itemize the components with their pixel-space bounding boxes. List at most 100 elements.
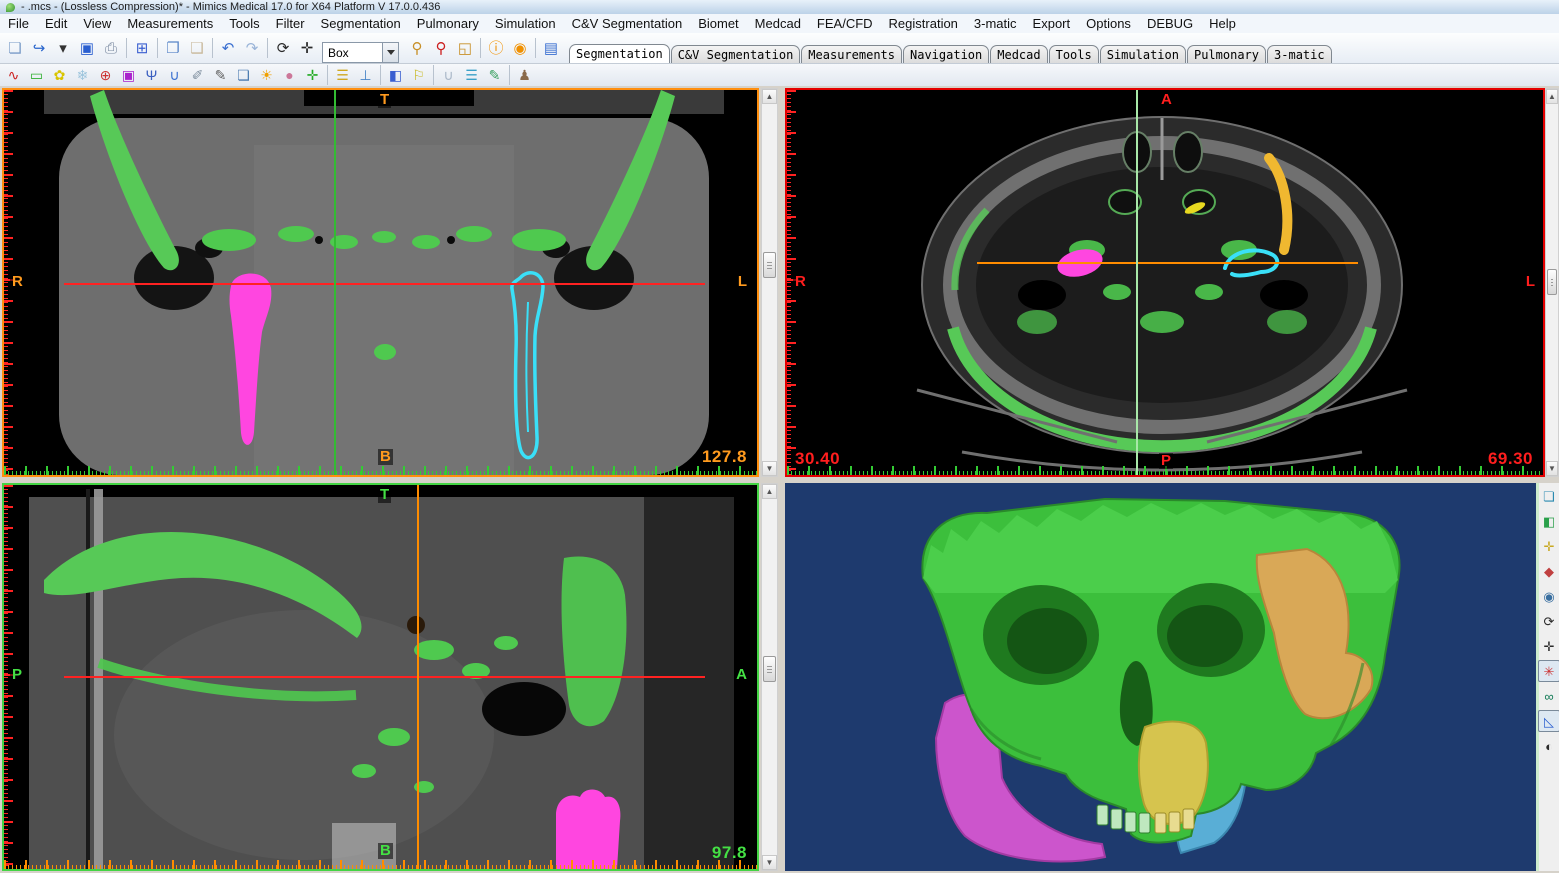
draw-profile-line-icon[interactable]: ✐: [186, 64, 209, 86]
crop-project-icon[interactable]: ✛: [301, 64, 324, 86]
axial-scrollbar[interactable]: ▲ ▼: [1545, 88, 1559, 477]
menu-item[interactable]: 3-matic: [966, 15, 1025, 32]
menu-item[interactable]: Export: [1025, 15, 1079, 32]
scroll-thumb[interactable]: [763, 252, 776, 278]
dropdown-button[interactable]: [382, 43, 398, 62]
stereo-glasses-icon[interactable]: ∞: [1538, 685, 1559, 707]
crop-mask-icon[interactable]: ▭: [25, 64, 48, 86]
region-growing-icon[interactable]: ✿: [48, 64, 71, 86]
menu-item[interactable]: DEBUG: [1139, 15, 1201, 32]
zoom-in-icon[interactable]: ⚲: [405, 36, 429, 60]
menu-item[interactable]: Tools: [221, 15, 267, 32]
info-icon[interactable]: ⓘ: [484, 36, 508, 60]
scroll-down-arrow-icon[interactable]: ▼: [762, 855, 777, 870]
panel-toggle-icon[interactable]: ▤: [539, 36, 563, 60]
ribbon-tab[interactable]: 3-matic: [1267, 45, 1332, 63]
menu-item[interactable]: Registration: [881, 15, 966, 32]
zoom-selection-icon[interactable]: ◱: [453, 36, 477, 60]
multiple-slice-edit-icon[interactable]: ❏: [232, 64, 255, 86]
zoom-mode-dropdown[interactable]: Box: [322, 42, 399, 63]
menu-item[interactable]: Segmentation: [313, 15, 409, 32]
menu-item[interactable]: C&V Segmentation: [564, 15, 691, 32]
calculate-part-icon[interactable]: ◧: [384, 64, 407, 86]
scroll-up-arrow-icon[interactable]: ▲: [1546, 89, 1558, 104]
menu-item[interactable]: Filter: [268, 15, 313, 32]
thresholding-icon[interactable]: ∿: [2, 64, 25, 86]
menu-item[interactable]: Options: [1078, 15, 1139, 32]
ribbon-tab[interactable]: Navigation: [903, 45, 989, 63]
project-management-icon[interactable]: ⊞: [130, 36, 154, 60]
layers-icon[interactable]: ❏: [1538, 485, 1559, 507]
menu-item[interactable]: Measurements: [119, 15, 221, 32]
region-fill-icon[interactable]: ∪: [163, 64, 186, 86]
fill-holes-icon[interactable]: ∪: [437, 64, 460, 86]
ribbon-tab[interactable]: Pulmonary: [1187, 45, 1266, 63]
ribbon-tab[interactable]: Measurements: [801, 45, 902, 63]
scroll-down-arrow-icon[interactable]: ▼: [762, 461, 777, 476]
anatomical-reference-icon[interactable]: ♟: [513, 64, 536, 86]
menu-item[interactable]: Edit: [37, 15, 75, 32]
axial-horizontal-crosshair[interactable]: [977, 262, 1358, 264]
sagittal-view-pane[interactable]: T B P A 97.8: [2, 483, 759, 871]
axial-view-pane[interactable]: A P R L 30.40 69.30: [785, 88, 1545, 477]
reslice-icon[interactable]: ✛: [1538, 535, 1559, 557]
print-icon[interactable]: ⎙: [99, 36, 123, 60]
menu-item[interactable]: Help: [1201, 15, 1244, 32]
axial-vertical-crosshair[interactable]: [1136, 90, 1138, 475]
scroll-thumb[interactable]: [1547, 269, 1557, 295]
coronal-view-pane[interactable]: T B R L 127.8: [2, 88, 759, 477]
copy-icon[interactable]: ❐: [161, 36, 185, 60]
ribbon-tab[interactable]: Simulation: [1100, 45, 1186, 63]
pan-3d-icon[interactable]: ✛: [1538, 635, 1559, 657]
scroll-down-arrow-icon[interactable]: ▼: [1546, 461, 1558, 476]
redo-icon[interactable]: ↷: [240, 36, 264, 60]
coronal-horizontal-crosshair[interactable]: [64, 283, 705, 285]
menu-item[interactable]: Biomet: [690, 15, 746, 32]
coronal-scrollbar[interactable]: ▲ ▼: [761, 88, 778, 477]
rotate-3d-icon[interactable]: ⟳: [1538, 610, 1559, 632]
sagittal-horizontal-crosshair[interactable]: [64, 676, 705, 678]
menu-item[interactable]: Simulation: [487, 15, 564, 32]
calculate-3d-icon[interactable]: ⊕: [94, 64, 117, 86]
ribbon-tab[interactable]: C&V Segmentation: [671, 45, 801, 63]
morphology-operations-icon[interactable]: ☀: [255, 64, 278, 86]
menu-item[interactable]: File: [0, 15, 37, 32]
menu-item[interactable]: Medcad: [747, 15, 809, 32]
ribbon-tab[interactable]: Medcad: [990, 45, 1047, 63]
scroll-up-arrow-icon[interactable]: ▲: [762, 484, 777, 499]
erase-icon[interactable]: ✎: [209, 64, 232, 86]
sagittal-scrollbar[interactable]: ▲ ▼: [761, 483, 778, 871]
scroll-up-arrow-icon[interactable]: ▲: [762, 89, 777, 104]
sagittal-vertical-crosshair[interactable]: [417, 485, 419, 869]
smooth-3d-icon[interactable]: ☰: [460, 64, 483, 86]
clipping-icon[interactable]: ◆: [1538, 560, 1559, 582]
visibility-icon[interactable]: ◉: [1538, 585, 1559, 607]
update-polylines-icon[interactable]: ⊥: [354, 64, 377, 86]
measure-chart-icon[interactable]: ◺: [1538, 710, 1559, 732]
ribbon-tab[interactable]: Tools: [1049, 45, 1099, 63]
scroll-thumb[interactable]: [763, 656, 776, 682]
label-icon[interactable]: ⚐: [407, 64, 430, 86]
open-project-icon[interactable]: ↪: [27, 36, 51, 60]
pan-icon[interactable]: ✛: [295, 36, 319, 60]
contrast-icon[interactable]: ◐: [1538, 735, 1559, 757]
menu-item[interactable]: View: [75, 15, 119, 32]
context-help-icon[interactable]: ◉: [508, 36, 532, 60]
undo-icon[interactable]: ↶: [216, 36, 240, 60]
new-project-icon[interactable]: ❏: [3, 36, 27, 60]
axes-icon[interactable]: ✳: [1538, 660, 1559, 682]
dynamic-region-growing-icon[interactable]: ❄: [71, 64, 94, 86]
edit-3d-icon[interactable]: ✎: [483, 64, 506, 86]
calculate-polylines-icon[interactable]: ☰: [331, 64, 354, 86]
menu-item[interactable]: Pulmonary: [409, 15, 487, 32]
open-dropdown-arrow-icon[interactable]: ▾: [51, 36, 75, 60]
rotate-icon[interactable]: ⟳: [271, 36, 295, 60]
edit-masks-icon[interactable]: ▣: [117, 64, 140, 86]
save-project-icon[interactable]: ▣: [75, 36, 99, 60]
paste-icon[interactable]: ❑: [185, 36, 209, 60]
boolean-operations-icon[interactable]: ●: [278, 64, 301, 86]
3d-view-pane[interactable]: [785, 483, 1536, 871]
unzoom-icon[interactable]: ⚲: [429, 36, 453, 60]
coronal-vertical-crosshair[interactable]: [334, 90, 336, 475]
ribbon-tab[interactable]: Segmentation: [569, 44, 670, 63]
